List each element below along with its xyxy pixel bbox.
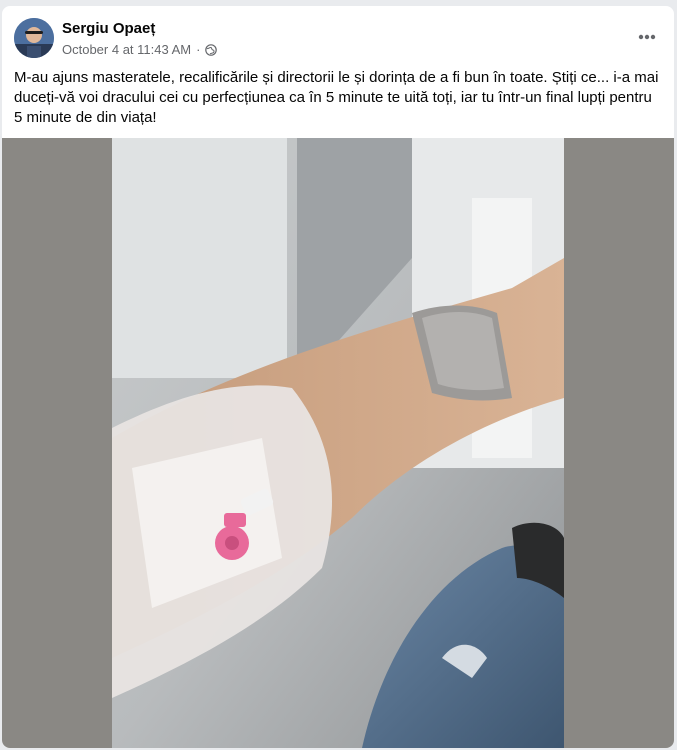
post-card: Sergiu Opaeț October 4 at 11:43 AM · M-a… [2,6,674,748]
avatar[interactable] [14,18,54,58]
meta-separator: · [196,42,201,57]
post-media[interactable] [2,138,674,748]
post-photo[interactable] [112,138,564,748]
author-name[interactable]: Sergiu Opaeț [62,20,155,37]
post-header: Sergiu Opaeț October 4 at 11:43 AM · [2,6,674,66]
more-horiz-icon[interactable] [634,24,660,50]
post-text: M-au ajuns masteratele, recalificările ș… [14,69,659,126]
post-timestamp[interactable]: October 4 at 11:43 AM [62,42,191,57]
post-meta: October 4 at 11:43 AM · [62,42,218,57]
globe-icon[interactable] [205,43,218,56]
